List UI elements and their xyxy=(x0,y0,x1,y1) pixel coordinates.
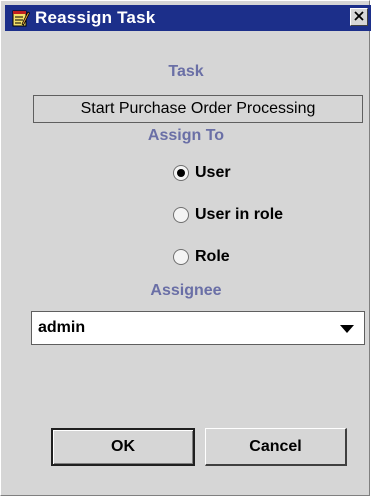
radio-button-selected[interactable] xyxy=(173,165,189,181)
window-title: Reassign Task xyxy=(35,8,156,27)
assignee-selected-value: admin xyxy=(38,319,86,336)
assignee-label: Assignee xyxy=(150,282,222,299)
title-bar[interactable]: Reassign Task xyxy=(5,5,371,31)
assignee-dropdown[interactable]: admin xyxy=(31,311,365,345)
close-icon xyxy=(354,8,364,26)
notepad-pencil-icon xyxy=(12,9,31,27)
radio-user-in-role-label: User in role xyxy=(195,206,284,223)
assign-to-label: Assign To xyxy=(147,127,225,144)
chevron-down-icon[interactable] xyxy=(340,325,354,333)
radio-role[interactable]: Role xyxy=(171,246,230,268)
radio-button[interactable] xyxy=(173,207,189,223)
radio-role-label: Role xyxy=(195,248,230,265)
ok-button[interactable]: OK xyxy=(51,428,195,466)
task-label: Task xyxy=(168,63,204,80)
reassign-task-dialog: Reassign Task Task Start Purchase Order … xyxy=(0,0,371,496)
radio-user-in-role[interactable]: User in role xyxy=(171,204,283,226)
close-button[interactable] xyxy=(350,8,368,26)
radio-button[interactable] xyxy=(173,249,189,265)
task-name-field: Start Purchase Order Processing xyxy=(33,95,363,123)
cancel-button[interactable]: Cancel xyxy=(205,428,347,466)
radio-user-label: User xyxy=(195,164,231,181)
radio-user[interactable]: User xyxy=(171,162,231,184)
